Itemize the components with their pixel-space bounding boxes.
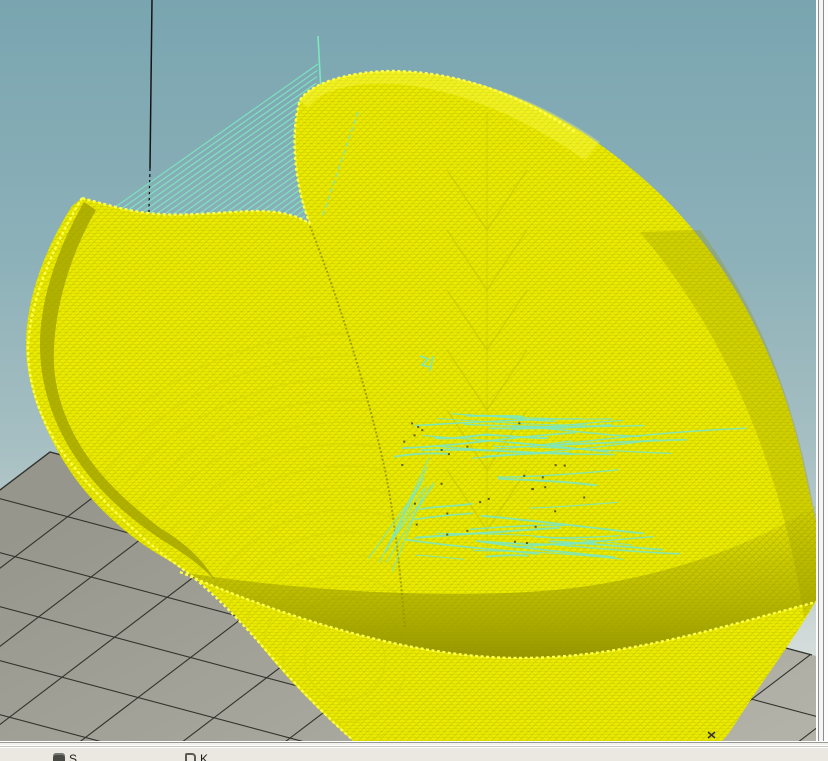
bottom-status-bar: S K [0,747,828,761]
status-button-1[interactable]: S [53,753,77,761]
toolpath-preview-canvas [0,0,816,741]
status-button-2-label: K [200,753,208,761]
model-3d-viewport[interactable] [0,0,816,741]
panel-splitter[interactable] [816,0,828,747]
slicer-window: S K [0,0,828,761]
tool-icon [185,753,196,761]
printer-icon [53,753,65,761]
status-button-2[interactable]: K [185,753,208,761]
status-button-1-label: S [69,753,77,761]
